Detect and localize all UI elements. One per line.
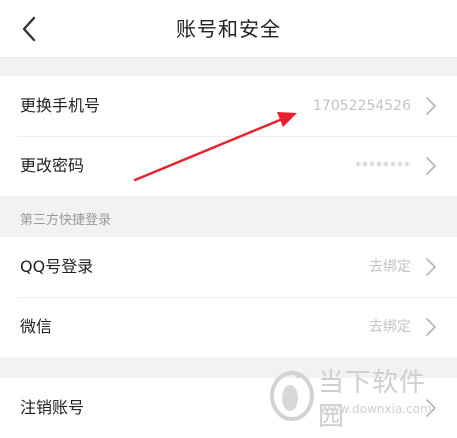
third-party-group: QQ号登录 去绑定 微信 去绑定: [0, 237, 457, 357]
change-phone-label: 更换手机号: [20, 96, 101, 115]
third-party-section-title: 第三方快捷登录: [20, 213, 112, 228]
wechat-login-row[interactable]: 微信 去绑定: [0, 297, 457, 357]
account-security-screen: 账号和安全 更换手机号 17052254526 更改密码 ******** 第三…: [0, 0, 457, 438]
wechat-login-label: 微信: [20, 317, 53, 336]
deactivate-group: 注销账号: [0, 378, 457, 438]
wechat-bind-status: 去绑定: [369, 319, 411, 335]
deactivate-account-row[interactable]: 注销账号: [0, 378, 457, 438]
change-password-label: 更改密码: [20, 156, 85, 175]
qq-login-label: QQ号登录: [20, 257, 94, 276]
qq-login-row[interactable]: QQ号登录 去绑定: [0, 237, 457, 297]
nav-bar: 账号和安全: [0, 0, 457, 58]
password-masked-value: ********: [355, 159, 411, 173]
chevron-right-icon: [426, 258, 436, 276]
deactivate-account-label: 注销账号: [20, 398, 85, 417]
change-password-row[interactable]: 更改密码 ********: [0, 136, 457, 196]
account-group: 更换手机号 17052254526 更改密码 ********: [0, 76, 457, 196]
chevron-right-icon: [426, 97, 436, 115]
chevron-right-icon: [426, 318, 436, 336]
chevron-right-icon: [426, 399, 436, 417]
change-phone-row[interactable]: 更换手机号 17052254526: [0, 76, 457, 136]
page-title: 账号和安全: [176, 17, 281, 41]
chevron-right-icon: [426, 157, 436, 175]
qq-bind-status: 去绑定: [369, 259, 411, 275]
phone-number-value: 17052254526: [313, 98, 411, 114]
